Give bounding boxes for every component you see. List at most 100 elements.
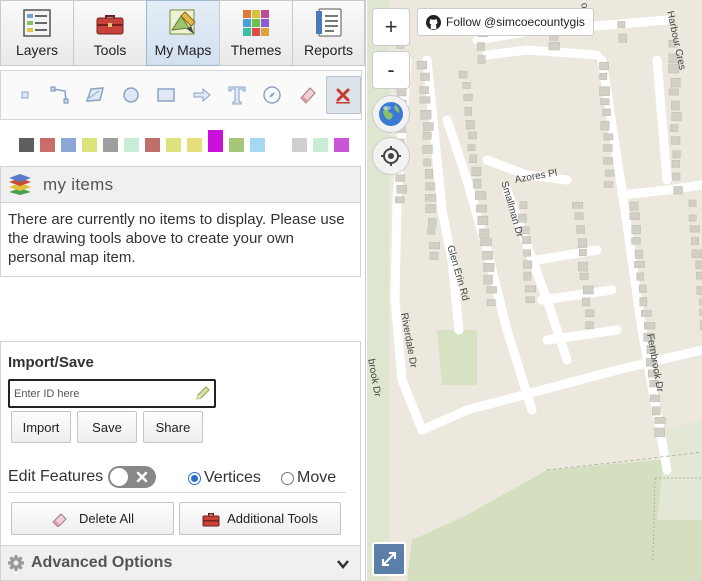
follow-github-button[interactable]: Follow @simcoecountygis (417, 8, 594, 36)
color-swatch[interactable] (292, 138, 307, 152)
import-save-title: Import/Save (8, 354, 94, 371)
line-tool-button[interactable] (42, 76, 77, 114)
tab-reports-label: Reports (303, 42, 354, 58)
save-button[interactable]: Save (77, 411, 137, 443)
color-swatch[interactable] (61, 138, 76, 152)
crosshair-icon (381, 146, 401, 166)
share-button[interactable]: Share (143, 411, 203, 443)
chevron-down-icon (337, 560, 349, 569)
draw-icon (169, 9, 196, 35)
eraser-tool-icon (300, 87, 316, 104)
advanced-options-label: Advanced Options (31, 554, 173, 571)
expand-icon (382, 552, 396, 566)
github-icon (426, 14, 441, 30)
color-palette (0, 126, 366, 156)
color-swatch[interactable] (250, 138, 265, 152)
tab-tools-label: Tools (93, 42, 127, 58)
polygon-tool-button[interactable] (78, 76, 113, 114)
tab-themes-label: Themes (230, 42, 282, 58)
color-swatch[interactable] (334, 138, 349, 152)
rectangle-tool-button[interactable] (149, 76, 184, 114)
gear-icon (8, 555, 24, 571)
toolbox-icon (202, 512, 220, 526)
delete-all-label: Delete All (79, 511, 134, 526)
color-swatch[interactable] (40, 138, 55, 152)
color-swatch[interactable] (82, 138, 97, 152)
fullscreen-button[interactable] (372, 542, 406, 576)
sidebar-panel: Layers Tools My Maps Themes Reports my i… (0, 0, 366, 581)
cancel-tool-icon (336, 88, 351, 104)
toolbox-icon (96, 15, 124, 35)
locate-me-button[interactable] (372, 137, 410, 175)
rectangle-tool-icon (157, 88, 175, 102)
advanced-options-bar[interactable]: Advanced Options (0, 545, 361, 581)
pencil-icon (196, 386, 210, 400)
move-radio[interactable]: Move (281, 469, 336, 487)
vertices-radio-dot (188, 471, 201, 485)
vertices-radio-label: Vertices (204, 469, 261, 486)
delete-all-button[interactable]: Delete All (11, 502, 174, 535)
vertices-radio[interactable]: Vertices (188, 469, 261, 487)
polygon-tool-icon (86, 87, 105, 102)
my-items-title: my items (43, 174, 114, 194)
text-tool-button[interactable] (219, 76, 254, 114)
eraser-tool-button[interactable] (290, 76, 325, 114)
color-swatch[interactable] (187, 138, 202, 152)
import-button[interactable]: Import (11, 411, 71, 443)
bearing-tool-button[interactable] (255, 76, 290, 114)
tab-my-maps[interactable]: My Maps (146, 0, 219, 66)
themes-icon (243, 10, 269, 36)
circle-tool-icon (123, 87, 139, 103)
zoom-in-button[interactable]: + (372, 8, 410, 46)
globe-icon (379, 102, 403, 126)
color-swatch[interactable] (124, 138, 139, 152)
tab-tools[interactable]: Tools (73, 0, 146, 66)
close-icon (136, 471, 148, 483)
my-items-empty-message: There are currently no items to display.… (0, 203, 361, 277)
move-radio-label: Move (297, 469, 337, 486)
map-view[interactable]: Fatima Harbour Cres Azores Pl Smallman D… (367, 0, 702, 581)
text-tool-icon (228, 86, 246, 105)
tab-themes[interactable]: Themes (219, 0, 292, 66)
color-swatch[interactable] (103, 138, 118, 152)
tab-my-maps-label: My Maps (154, 42, 212, 58)
point-tool-icon (21, 91, 29, 99)
reports-icon (315, 8, 341, 37)
eraser-icon (52, 512, 67, 527)
cancel-tool-button[interactable] (325, 76, 361, 114)
toggle-knob (110, 468, 128, 486)
tab-reports[interactable]: Reports (292, 0, 365, 66)
layers-icon (23, 9, 51, 37)
id-input-wrapper (8, 379, 216, 408)
arrow-tool-button[interactable] (184, 76, 219, 114)
divider (8, 492, 346, 493)
edit-features-label: Edit Features (8, 468, 104, 485)
edit-features-row: Edit Features Vertices Move (1, 465, 362, 491)
tab-layers[interactable]: Layers (0, 0, 73, 66)
edit-features-toggle[interactable] (108, 466, 156, 488)
color-swatch[interactable] (313, 138, 328, 152)
drawing-toolbar (0, 70, 362, 120)
basemap-globe-button[interactable] (372, 95, 410, 133)
stacked-layers-icon (9, 173, 31, 195)
follow-github-label: Follow @simcoecountygis (446, 15, 585, 29)
tab-bar: Layers Tools My Maps Themes Reports (0, 0, 366, 66)
arrow-tool-icon (193, 87, 211, 103)
color-swatch[interactable] (19, 138, 34, 152)
color-swatch[interactable] (208, 130, 223, 152)
bearing-tool-icon (263, 86, 282, 104)
circle-tool-button[interactable] (113, 76, 148, 114)
color-swatch[interactable] (145, 138, 160, 152)
move-radio-dot (281, 471, 294, 485)
id-input[interactable] (10, 381, 190, 406)
tab-layers-label: Layers (15, 42, 59, 58)
additional-tools-label: Additional Tools (227, 511, 318, 526)
map-basemap (367, 0, 702, 581)
color-swatch[interactable] (166, 138, 181, 152)
zoom-out-button[interactable]: - (372, 51, 410, 89)
my-items-header: my items (0, 166, 361, 203)
additional-tools-button[interactable]: Additional Tools (179, 502, 341, 535)
point-tool-button[interactable] (7, 76, 42, 114)
line-tool-icon (50, 86, 69, 104)
color-swatch[interactable] (229, 138, 244, 152)
